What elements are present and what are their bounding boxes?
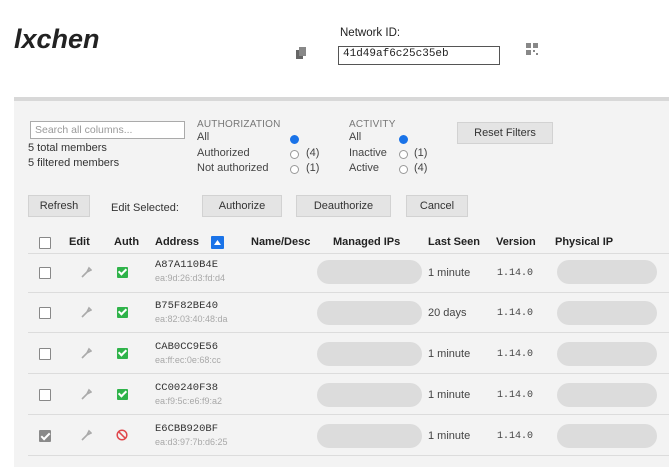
- member-address: CC00240F38: [155, 382, 219, 394]
- activity-filter-label-inactive: Inactive: [349, 147, 387, 159]
- auth-filter-radio-not-authorized[interactable]: [290, 165, 299, 174]
- column-header-address[interactable]: Address: [155, 236, 199, 248]
- member-last-seen: 1 minute: [428, 389, 471, 401]
- member-mac: ea:9d:26:d3:fd:d4: [155, 273, 226, 283]
- wrench-icon[interactable]: [80, 347, 92, 359]
- authorized-checkbox[interactable]: [117, 267, 128, 278]
- edit-selected-label: Edit Selected:: [111, 202, 179, 214]
- deauthorize-button[interactable]: Deauthorize: [296, 195, 391, 217]
- member-version: 1.14.0: [497, 308, 534, 319]
- network-id-label: Network ID:: [340, 27, 401, 39]
- member-last-seen: 1 minute: [428, 348, 471, 360]
- page-header: lxchen Network ID: 41d49af6c25c35eb: [0, 0, 669, 92]
- search-input[interactable]: [30, 121, 185, 139]
- member-address: B75F82BE40: [155, 300, 219, 312]
- row-divider: [28, 292, 669, 293]
- auth-filter-label-all: All: [197, 131, 210, 143]
- wrench-icon[interactable]: [80, 306, 92, 318]
- activity-filter-label-all: All: [349, 131, 362, 143]
- member-row-checkbox[interactable]: [39, 389, 51, 401]
- authorized-checkbox[interactable]: [117, 389, 128, 400]
- column-header-name-desc: Name/Desc: [251, 236, 311, 248]
- member-version: 1.14.0: [497, 431, 534, 442]
- member-mac: ea:82:03:40:48:da: [155, 314, 228, 324]
- qr-code-button[interactable]: [521, 38, 543, 60]
- member-address: CAB0CC9E56: [155, 341, 219, 353]
- auth-filter-count-not-authorized: (1): [306, 162, 320, 174]
- member-version: 1.14.0: [497, 349, 534, 360]
- managed-ips-redacted: [317, 342, 422, 366]
- row-divider: [28, 414, 669, 415]
- row-divider: [28, 253, 669, 254]
- auth-filter-count-authorized: (4): [306, 147, 320, 159]
- physical-ip-redacted: [557, 342, 657, 366]
- select-all-checkbox[interactable]: [39, 237, 51, 249]
- member-mac: ea:f9:5c:e6:f9:a2: [155, 396, 223, 406]
- app-title: lxchen: [14, 24, 100, 54]
- managed-ips-redacted: [317, 260, 422, 284]
- activity-filter-radio-all[interactable]: [399, 135, 408, 144]
- authorized-checkbox[interactable]: [117, 307, 128, 318]
- activity-filter-radio-inactive[interactable]: [399, 150, 408, 159]
- member-version: 1.14.0: [497, 390, 534, 401]
- wrench-icon[interactable]: [80, 429, 92, 441]
- copy-network-id-button[interactable]: [290, 42, 312, 64]
- member-last-seen: 20 days: [428, 307, 467, 319]
- auth-filter-radio-authorized[interactable]: [290, 150, 299, 159]
- column-header-managed-ips: Managed IPs: [333, 236, 401, 248]
- member-version: 1.14.0: [497, 268, 534, 279]
- copy-icon: [296, 46, 306, 59]
- column-header-last-seen: Last Seen: [428, 236, 480, 248]
- column-header-edit: Edit: [69, 236, 90, 248]
- column-header-auth: Auth: [114, 236, 140, 248]
- activity-filter-count-active: (4): [414, 162, 428, 174]
- refresh-button[interactable]: Refresh: [28, 195, 90, 217]
- column-header-physical-ip: Physical IP: [555, 236, 614, 248]
- activity-filter-count-inactive: (1): [414, 147, 428, 159]
- reset-filters-button[interactable]: Reset Filters: [457, 122, 553, 144]
- physical-ip-redacted: [557, 424, 657, 448]
- activity-filter-radio-active[interactable]: [399, 165, 408, 174]
- total-members-count: 5 total members: [28, 142, 107, 154]
- wrench-icon[interactable]: [80, 266, 92, 278]
- physical-ip-redacted: [557, 383, 657, 407]
- row-divider: [28, 373, 669, 374]
- not-authorized-icon[interactable]: [116, 429, 128, 441]
- member-row-checkbox[interactable]: [39, 348, 51, 360]
- member-address: E6CBB920BF: [155, 423, 219, 435]
- auth-filter-radio-all[interactable]: [290, 135, 299, 144]
- member-last-seen: 1 minute: [428, 430, 471, 442]
- managed-ips-redacted: [317, 424, 422, 448]
- authorize-button[interactable]: Authorize: [202, 195, 282, 217]
- member-mac: ea:d3:97:7b:d6:25: [155, 437, 228, 447]
- cancel-button[interactable]: Cancel: [406, 195, 468, 217]
- auth-filter-label-authorized: Authorized: [197, 147, 250, 159]
- activity-filter-label-active: Active: [349, 162, 379, 174]
- member-last-seen: 1 minute: [428, 267, 471, 279]
- row-divider: [28, 332, 669, 333]
- managed-ips-redacted: [317, 383, 422, 407]
- physical-ip-redacted: [557, 301, 657, 325]
- network-id-field[interactable]: 41d49af6c25c35eb: [338, 46, 500, 65]
- row-divider: [28, 455, 669, 456]
- member-row-checkbox[interactable]: [39, 307, 51, 319]
- members-panel: 5 total members 5 filtered members AUTHO…: [14, 97, 669, 467]
- activity-filter-header: ACTIVITY: [349, 119, 396, 130]
- qr-code-icon: [526, 43, 538, 55]
- member-row-checkbox[interactable]: [39, 267, 51, 279]
- sort-ascending-icon[interactable]: [211, 236, 224, 249]
- column-header-version: Version: [496, 236, 536, 248]
- member-row-checkbox[interactable]: [39, 430, 51, 442]
- authorization-filter-header: AUTHORIZATION: [197, 119, 281, 130]
- member-address: A87A110B4E: [155, 259, 219, 271]
- auth-filter-label-not-authorized: Not authorized: [197, 162, 269, 174]
- physical-ip-redacted: [557, 260, 657, 284]
- member-mac: ea:ff:ec:0e:68:cc: [155, 355, 221, 365]
- authorized-checkbox[interactable]: [117, 348, 128, 359]
- filtered-members-count: 5 filtered members: [28, 157, 120, 169]
- wrench-icon[interactable]: [80, 388, 92, 400]
- managed-ips-redacted: [317, 301, 422, 325]
